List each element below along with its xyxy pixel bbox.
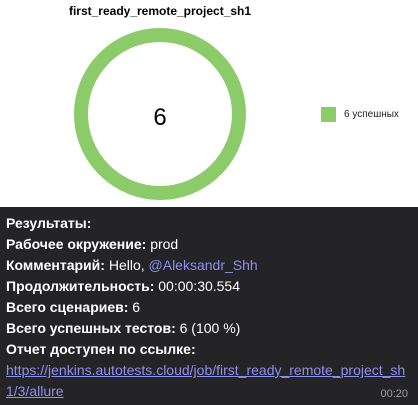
user-mention[interactable]: @Aleksandr_Shh	[149, 257, 258, 273]
legend-label: 6 успешных	[344, 109, 399, 120]
center-label: 6	[153, 104, 166, 131]
scenarios-line: Всего сценариев: 6	[6, 299, 141, 315]
legend-swatch	[321, 107, 336, 122]
report-link-label: Отчет доступен по ссылке:	[6, 341, 196, 357]
chart-image[interactable]: first_ready_remote_project_sh1 6 6 успеш…	[0, 0, 418, 207]
message-time: 00:20	[380, 388, 408, 400]
comment-line: Комментарий: Hello, @Aleksandr_Shh	[6, 257, 258, 273]
duration-line: Продолжительность: 00:00:30.554	[6, 278, 241, 294]
report-link[interactable]: https://jenkins.autotests.cloud/job/firs…	[6, 362, 405, 399]
environment-line: Рабочее окружение: prod	[6, 236, 179, 252]
message-text: Результаты: Рабочее окружение: prod Комм…	[6, 213, 412, 402]
donut-chart: 6	[74, 28, 246, 200]
message-bubble: first_ready_remote_project_sh1 6 6 успеш…	[0, 0, 418, 405]
legend: 6 успешных	[321, 107, 399, 122]
results-heading: Результаты:	[6, 215, 92, 231]
passed-tests-line: Всего успешных тестов: 6 (100 %)	[6, 320, 241, 336]
